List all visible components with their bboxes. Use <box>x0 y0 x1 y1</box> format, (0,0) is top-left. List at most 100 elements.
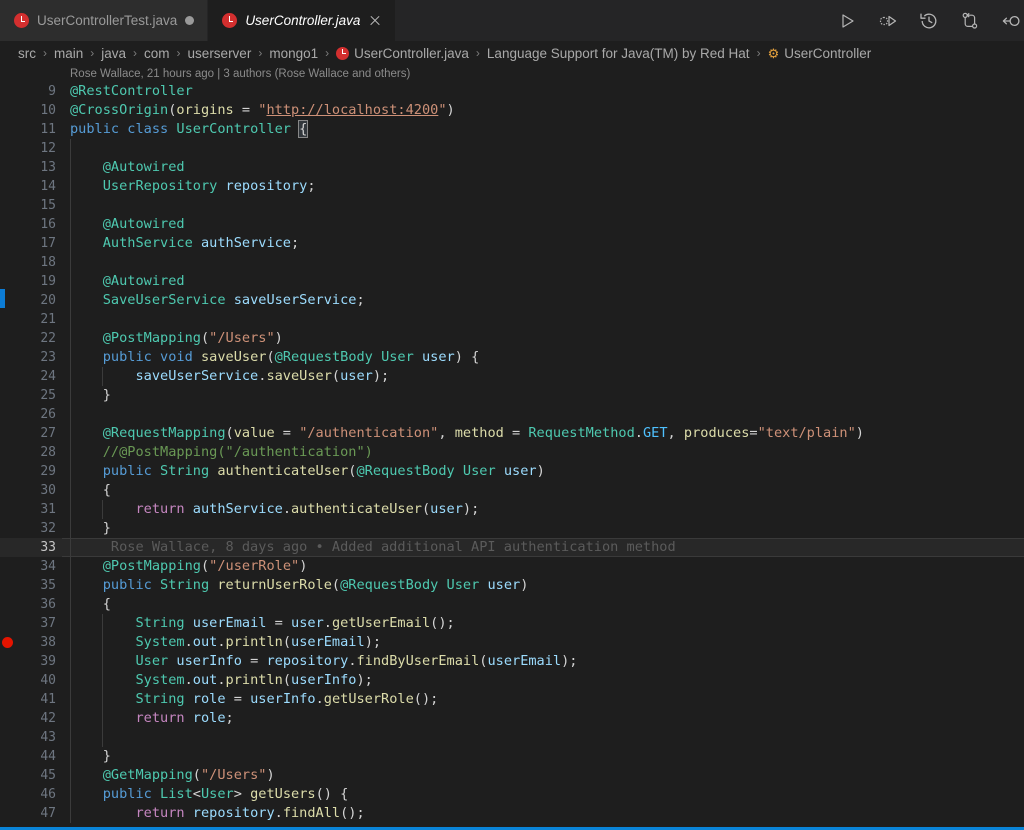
class-symbol-icon: ⚙ <box>768 47 780 60</box>
code-line[interactable]: 21 <box>0 310 1024 329</box>
code-token: ); <box>561 653 577 669</box>
code-line[interactable]: 12 <box>0 139 1024 158</box>
code-token <box>70 577 103 593</box>
close-icon[interactable] <box>368 14 382 28</box>
code-line[interactable]: 46 public List<User> getUsers() { <box>0 785 1024 804</box>
code-line[interactable]: 15 <box>0 196 1024 215</box>
code-editor[interactable]: 9@RestController10@CrossOrigin(origins =… <box>0 82 1024 830</box>
code-token: saveUser <box>201 349 266 365</box>
code-token: ) <box>520 577 528 593</box>
code-token: ( <box>332 368 340 384</box>
compare-changes-icon[interactable] <box>959 10 981 32</box>
code-line[interactable]: 20 SaveUserService saveUserService; <box>0 291 1024 310</box>
code-line[interactable]: 37 String userEmail = user.getUserEmail(… <box>0 614 1024 633</box>
code-line[interactable]: 33 Rose Wallace, 8 days ago • Added addi… <box>0 538 1024 557</box>
line-number: 38 <box>0 635 56 650</box>
code-token: user <box>504 463 537 479</box>
tab-usercontrollertest-java[interactable]: UserControllerTest.java <box>0 0 208 41</box>
debug-java-icon[interactable] <box>877 10 899 32</box>
code-token: GET <box>643 425 668 441</box>
code-token <box>70 425 103 441</box>
breadcrumb-item-usercontroller-class[interactable]: ⚙ UserController <box>768 46 872 61</box>
code-token: = <box>504 425 529 441</box>
code-line[interactable]: 10@CrossOrigin(origins = "http://localho… <box>0 101 1024 120</box>
code-token: "/authentication" <box>299 425 438 441</box>
code-token <box>185 710 193 726</box>
code-line[interactable]: 9@RestController <box>0 82 1024 101</box>
code-token: @RequestBody <box>275 349 373 365</box>
code-token: = <box>226 691 251 707</box>
breadcrumb-item-language-support[interactable]: Language Support for Java(TM) by Red Hat <box>487 46 750 61</box>
tab-usercontroller-java[interactable]: UserController.java <box>208 0 396 41</box>
code-line[interactable]: 23 public void saveUser(@RequestBody Use… <box>0 348 1024 367</box>
code-token: . <box>635 425 643 441</box>
line-number: 41 <box>0 692 56 707</box>
code-line-content: public String authenticateUser(@RequestB… <box>56 462 1024 481</box>
code-token: ( <box>332 577 340 593</box>
code-token: () { <box>316 786 349 802</box>
line-number: 15 <box>0 198 56 213</box>
code-token: (); <box>340 805 365 821</box>
code-line[interactable]: 44 } <box>0 747 1024 766</box>
code-token: ); <box>365 634 381 650</box>
code-line[interactable]: 47 return repository.findAll(); <box>0 804 1024 823</box>
code-line[interactable]: 42 return role; <box>0 709 1024 728</box>
breadcrumb-item-mongo1[interactable]: mongo1 <box>269 46 318 61</box>
code-token: . <box>348 653 356 669</box>
breadcrumb-item-usercontroller-java[interactable]: UserController.java <box>336 46 469 61</box>
code-line[interactable]: 31 return authService.authenticateUser(u… <box>0 500 1024 519</box>
code-line[interactable]: 35 public String returnUserRole(@Request… <box>0 576 1024 595</box>
code-line[interactable]: 39 User userInfo = repository.findByUser… <box>0 652 1024 671</box>
breadcrumb-item-userserver[interactable]: userserver <box>188 46 252 61</box>
code-line[interactable]: 41 String role = userInfo.getUserRole(); <box>0 690 1024 709</box>
code-token: = <box>266 615 291 631</box>
breadcrumb-item-main[interactable]: main <box>54 46 83 61</box>
breadcrumb: src › main › java › com › userserver › m… <box>0 41 1024 65</box>
breadcrumb-item-src[interactable]: src <box>18 46 36 61</box>
code-line[interactable]: 34 @PostMapping("/userRole") <box>0 557 1024 576</box>
code-line[interactable]: 17 AuthService authService; <box>0 234 1024 253</box>
code-token: getUsers <box>250 786 315 802</box>
code-line[interactable]: 13 @Autowired <box>0 158 1024 177</box>
code-line[interactable]: 38 System.out.println(userEmail); <box>0 633 1024 652</box>
breadcrumb-item-com[interactable]: com <box>144 46 170 61</box>
code-token: ; <box>291 235 299 251</box>
code-token: "/Users" <box>201 767 266 783</box>
breadcrumb-item-java[interactable]: java <box>101 46 126 61</box>
code-line[interactable]: 26 <box>0 405 1024 424</box>
code-line[interactable]: 16 @Autowired <box>0 215 1024 234</box>
code-line[interactable]: 27 @RequestMapping(value = "/authenticat… <box>0 424 1024 443</box>
code-line-content: { <box>56 481 1024 500</box>
code-line[interactable]: 14 UserRepository repository; <box>0 177 1024 196</box>
code-line[interactable]: 28 //@PostMapping("/authentication") <box>0 443 1024 462</box>
code-line[interactable]: 11public class UserController { <box>0 120 1024 139</box>
code-line[interactable]: 43 <box>0 728 1024 747</box>
code-token: println <box>226 672 283 688</box>
code-line[interactable]: 32 } <box>0 519 1024 538</box>
code-line[interactable]: 24 saveUserService.saveUser(user); <box>0 367 1024 386</box>
code-line[interactable]: 25 } <box>0 386 1024 405</box>
code-token: println <box>226 634 283 650</box>
code-line[interactable]: 22 @PostMapping("/Users") <box>0 329 1024 348</box>
timeline-history-icon[interactable] <box>918 10 940 32</box>
code-token <box>70 691 135 707</box>
code-token: getUserEmail <box>332 615 430 631</box>
code-token: origins <box>176 102 233 118</box>
code-line[interactable]: 29 public String authenticateUser(@Reque… <box>0 462 1024 481</box>
code-token: user <box>291 615 324 631</box>
code-token: findAll <box>283 805 340 821</box>
code-line[interactable]: 19 @Autowired <box>0 272 1024 291</box>
code-line[interactable]: 36 { <box>0 595 1024 614</box>
code-line-content: @Autowired <box>56 272 1024 291</box>
code-token: { <box>103 596 111 612</box>
code-token: produces <box>684 425 749 441</box>
code-line[interactable]: 30 { <box>0 481 1024 500</box>
code-token: } <box>103 748 111 764</box>
code-line[interactable]: 18 <box>0 253 1024 272</box>
code-line[interactable]: 40 System.out.println(userInfo); <box>0 671 1024 690</box>
code-line[interactable]: 45 @GetMapping("/Users") <box>0 766 1024 785</box>
split-editor-icon[interactable] <box>1000 10 1022 32</box>
code-token: @RequestMapping <box>103 425 226 441</box>
unsaved-changes-icon[interactable] <box>185 16 194 25</box>
run-java-icon[interactable] <box>836 10 858 32</box>
